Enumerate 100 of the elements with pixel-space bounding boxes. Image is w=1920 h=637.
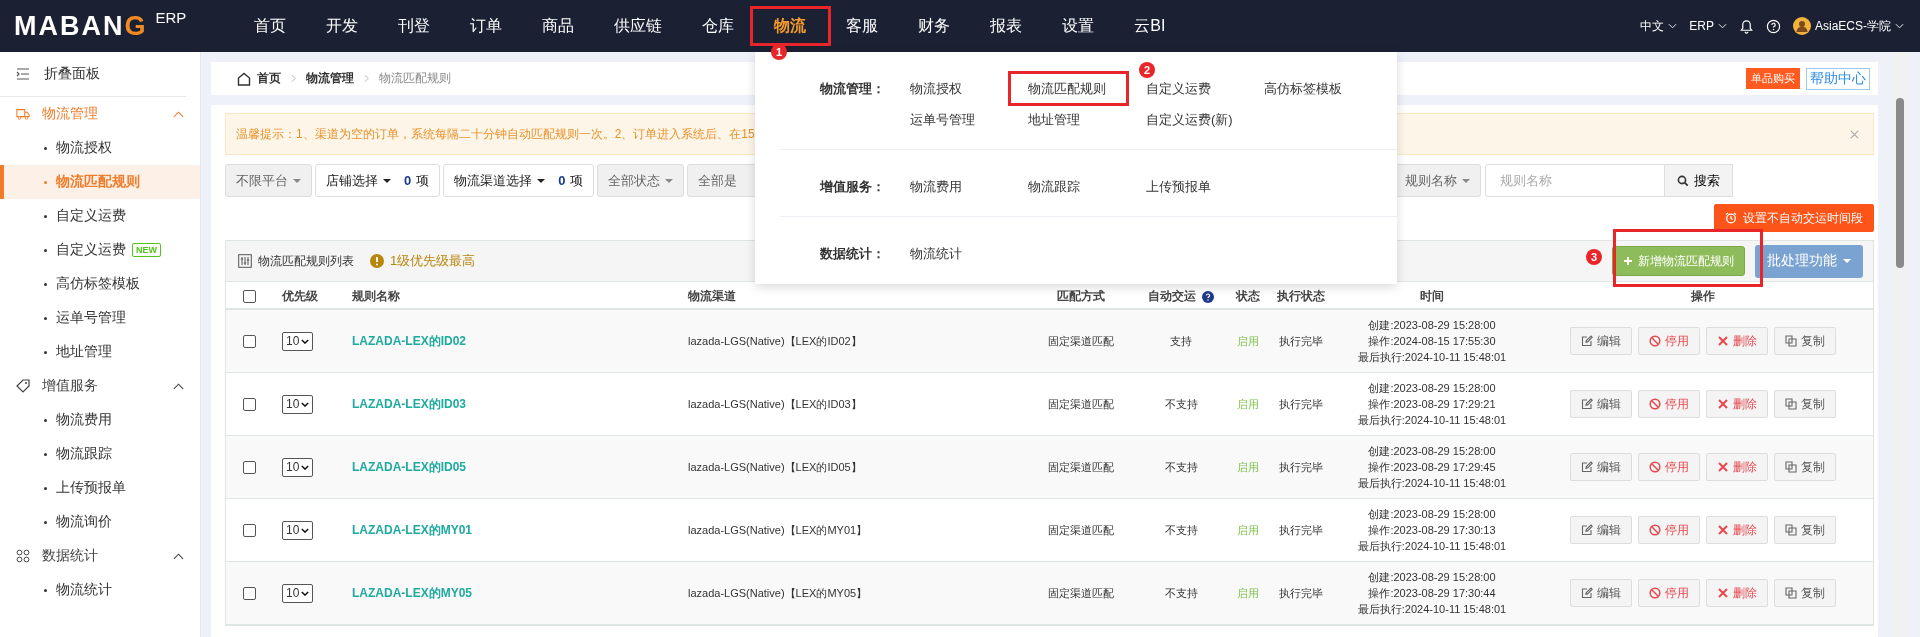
priority-select[interactable]: 10	[282, 394, 314, 414]
table-cell: 执行完毕	[1279, 459, 1323, 475]
priority-select[interactable]: 10	[282, 331, 314, 351]
table-cell: 固定渠道匹配	[1048, 522, 1114, 538]
sidebar-item[interactable]: 物流询价	[56, 513, 112, 531]
chevron-icon[interactable]	[173, 552, 184, 560]
sidebar-item[interactable]: 物流跟踪	[56, 445, 112, 463]
row-checkbox[interactable]	[242, 397, 256, 411]
bullet-icon	[44, 588, 47, 592]
menu-item[interactable]: 高仿标签模板	[1264, 78, 1342, 100]
nav-tab[interactable]: 开发	[306, 12, 379, 40]
menu-item[interactable]: 地址管理	[1028, 109, 1080, 131]
sidebar-item[interactable]: 上传预报单	[56, 479, 126, 497]
breadcrumb-link[interactable]: 物流匹配规则	[379, 70, 451, 87]
sidebar-item[interactable]: 地址管理	[56, 343, 112, 361]
sidebar-item[interactable]: 自定义运费	[56, 207, 126, 225]
nav-tab[interactable]: 设置	[1042, 12, 1115, 40]
edit-button[interactable]: 编辑	[1569, 579, 1632, 607]
priority-select[interactable]: 10	[282, 583, 314, 603]
edit-button[interactable]: 编辑	[1569, 453, 1632, 481]
search-field[interactable]: 规则名称	[1485, 164, 1665, 197]
help-icon[interactable]	[1202, 290, 1214, 303]
nav-tab[interactable]: 订单	[450, 12, 523, 40]
disable-button[interactable]: 停用	[1637, 390, 1700, 418]
copy-button[interactable]: 复制	[1773, 390, 1836, 418]
delete-button[interactable]: 删除	[1705, 327, 1768, 355]
filter-dropdown[interactable]: 店铺选择 0 项	[315, 164, 441, 197]
menu-item[interactable]: 物流匹配规则	[1028, 78, 1106, 100]
breadcrumb-link[interactable]: 首页	[257, 70, 281, 87]
nav-tab[interactable]: 刊登	[378, 12, 451, 40]
edit-button[interactable]: 编辑	[1569, 516, 1632, 544]
filter-dropdown[interactable]: 物流渠道选择 0 项	[443, 164, 595, 197]
table-cell: lazada-LGS(Native)【LEX的MY05】	[688, 585, 868, 601]
disable-button[interactable]: 停用	[1637, 516, 1700, 544]
delete-button[interactable]: 删除	[1705, 453, 1768, 481]
nav-tab[interactable]: 首页	[234, 12, 307, 40]
menu-item[interactable]: 物流统计	[910, 243, 962, 265]
filter-dropdown[interactable]: 全部状态	[597, 164, 685, 197]
search-button[interactable]: 搜索	[1665, 164, 1733, 197]
menu-item[interactable]: 物流跟踪	[1028, 176, 1080, 198]
nav-tab[interactable]: 客服	[826, 12, 899, 40]
chevron-icon[interactable]	[173, 382, 184, 390]
language-menu[interactable]: 中文	[1640, 17, 1678, 35]
sidebar-item[interactable]: 物流统计	[56, 581, 112, 599]
breadcrumb-link[interactable]: 物流管理	[306, 70, 354, 87]
collapse-panel-label[interactable]: 折叠面板	[44, 65, 100, 83]
row-checkbox[interactable]	[242, 523, 256, 537]
priority-select[interactable]: 10	[282, 457, 314, 477]
nav-tab[interactable]: 商品	[522, 12, 595, 40]
sidebar-item[interactable]: 物流授权	[56, 139, 112, 157]
column-header: 自动交运	[1148, 288, 1196, 305]
nav-tab[interactable]: 报表	[970, 12, 1043, 40]
edit-icon	[1580, 335, 1593, 347]
sidebar-item[interactable]: 物流费用	[56, 411, 112, 429]
copy-button[interactable]: 复制	[1773, 579, 1836, 607]
sidebar-item[interactable]: 高仿标签模板	[56, 275, 140, 293]
filter-dropdown[interactable]: 不限平台	[225, 164, 312, 197]
logo: MABANG	[14, 11, 148, 41]
nav-tab[interactable]: 仓库	[682, 12, 755, 40]
sidebar-section[interactable]: 数据统计	[42, 547, 98, 565]
disable-button[interactable]: 停用	[1637, 579, 1700, 607]
edit-button[interactable]: 编辑	[1569, 327, 1632, 355]
select-all-checkbox[interactable]	[242, 290, 256, 303]
help-icon[interactable]	[1766, 18, 1781, 34]
nav-tab[interactable]: 供应链	[594, 12, 683, 40]
delete-button[interactable]: 删除	[1705, 390, 1768, 418]
system-menu[interactable]: ERP	[1689, 19, 1727, 33]
nav-tab[interactable]: 财务	[898, 12, 971, 40]
copy-button[interactable]: 复制	[1773, 516, 1836, 544]
row-checkbox[interactable]	[242, 460, 256, 474]
priority-hint: 1级优先级最高	[390, 252, 476, 270]
delete-button[interactable]: 删除	[1705, 516, 1768, 544]
user-menu[interactable]: AsiaECS-学院	[1815, 17, 1904, 35]
avatar-icon[interactable]	[1793, 17, 1811, 35]
column-header: 规则名称	[352, 288, 400, 305]
search-field-dropdown[interactable]: 规则名称	[1394, 164, 1481, 197]
sidebar-section[interactable]: 增值服务	[42, 377, 98, 395]
copy-button[interactable]: 复制	[1773, 327, 1836, 355]
scrollbar[interactable]	[1892, 52, 1908, 637]
new-badge: NEW	[132, 243, 161, 257]
menu-item[interactable]: 自定义运费	[1146, 78, 1211, 100]
help-center-button[interactable]: 帮助中心	[1806, 67, 1870, 90]
disable-button[interactable]: 停用	[1637, 453, 1700, 481]
delete-button[interactable]: 删除	[1705, 579, 1768, 607]
nav-tab[interactable]: 云BI	[1114, 12, 1186, 40]
menu-item[interactable]: 上传预报单	[1146, 176, 1211, 198]
menu-item[interactable]: 自定义运费(新)	[1146, 109, 1233, 131]
nav-tab[interactable]: 物流	[754, 12, 827, 40]
sidebar-item[interactable]: 运单号管理	[56, 309, 126, 327]
disable-button[interactable]: 停用	[1637, 327, 1700, 355]
copy-button[interactable]: 复制	[1773, 453, 1836, 481]
row-checkbox[interactable]	[242, 586, 256, 600]
menu-item[interactable]: 运单号管理	[910, 109, 975, 131]
priority-select[interactable]: 10	[282, 520, 314, 540]
menu-item[interactable]: 物流费用	[910, 176, 962, 198]
edit-button[interactable]: 编辑	[1569, 390, 1632, 418]
menu-item[interactable]: 物流授权	[910, 78, 962, 100]
sidebar-item[interactable]: 自定义运费	[56, 241, 126, 259]
bell-icon[interactable]	[1739, 18, 1754, 34]
row-checkbox[interactable]	[242, 334, 256, 348]
